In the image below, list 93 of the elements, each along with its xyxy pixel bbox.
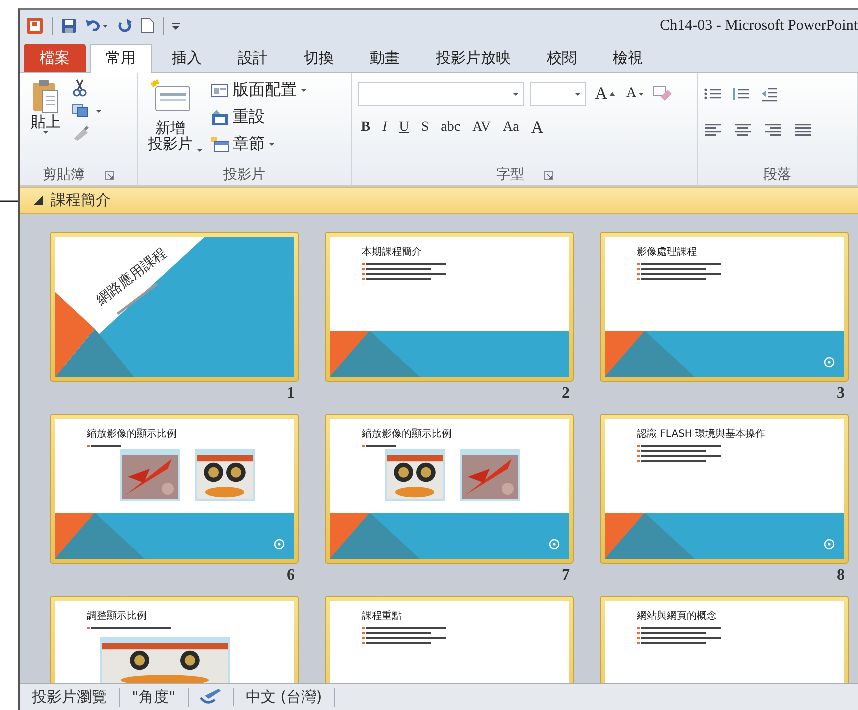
- slide-title: 縮放影像的顯示比例: [87, 428, 177, 441]
- slide-number: 7: [561, 566, 571, 586]
- caret-icon[interactable]: [96, 110, 102, 112]
- new-document-icon[interactable]: [141, 18, 155, 34]
- slide-title: 網路應用課程: [93, 244, 171, 310]
- proofing-icon[interactable]: [198, 688, 223, 706]
- shrink-font-button[interactable]: A: [624, 85, 647, 103]
- copy-icon[interactable]: [72, 104, 90, 118]
- view-label: 投影片瀏覽: [20, 688, 120, 706]
- slide-thumbnail[interactable]: 縮放影像的顯示比例: [50, 414, 299, 564]
- group-label: 投影片: [224, 166, 266, 184]
- layout-icon: [211, 82, 230, 98]
- slide-thumbnail[interactable]: 影像處理課程: [600, 232, 849, 382]
- language-label: 中文 (台灣): [234, 688, 336, 706]
- customize-menu-icon[interactable]: [172, 22, 180, 30]
- paste-button[interactable]: 貼上: [26, 79, 66, 165]
- slide-title: 影像處理課程: [637, 246, 697, 259]
- slide-thumbnail[interactable]: 網路應用課程: [50, 232, 299, 382]
- clear-format-icon[interactable]: [652, 85, 673, 103]
- bullet-text-drawing: [362, 445, 396, 450]
- font-size-field[interactable]: [530, 82, 586, 106]
- slide-title: 本期課程簡介: [362, 246, 422, 259]
- bullet-text-drawing: [87, 445, 121, 450]
- font-name-field[interactable]: [358, 82, 524, 106]
- bullet-list-icon[interactable]: [704, 86, 722, 102]
- file-tab[interactable]: 檔案: [24, 44, 86, 72]
- window-title: Ch14-03 - Microsoft PowerPoint: [660, 18, 858, 34]
- reset-icon: [211, 110, 230, 126]
- format-button[interactable]: I: [380, 119, 390, 137]
- change-case-button[interactable]: Aa: [500, 119, 522, 137]
- format-button[interactable]: abc: [438, 119, 464, 137]
- scissors-icon[interactable]: [72, 79, 88, 97]
- caret-icon: [575, 92, 582, 96]
- slide-thumbnail[interactable]: 縮放影像的顯示比例: [325, 414, 574, 564]
- ribbon-button[interactable]: 版面配置: [209, 79, 310, 102]
- group-label: 字型: [496, 166, 524, 184]
- slide-number: 2: [561, 384, 571, 404]
- slide-title: 認識 FLASH 環境與基本操作: [637, 428, 766, 441]
- section-icon: [211, 136, 230, 152]
- align-left-icon[interactable]: [704, 122, 722, 138]
- format-painter-icon[interactable]: [72, 125, 90, 141]
- slide-number: 1: [286, 384, 296, 404]
- slide-number: 8: [836, 566, 846, 586]
- section-title: 課程簡介: [51, 191, 111, 210]
- slide-thumbnail[interactable]: 本期課程簡介: [325, 232, 574, 382]
- collapse-triangle-icon[interactable]: [34, 196, 43, 205]
- caret-icon: [513, 92, 520, 96]
- ribbon-tab[interactable]: 動畫: [354, 44, 416, 72]
- slide-number: 6: [286, 566, 296, 586]
- redo-icon[interactable]: [117, 18, 133, 34]
- theme-label: "角度": [120, 688, 189, 706]
- ribbon-tab[interactable]: 設計: [222, 44, 284, 72]
- ribbon-tab[interactable]: 校閱: [531, 44, 593, 72]
- slide-thumbnail[interactable]: 課程重點: [325, 596, 574, 683]
- slide-thumbnail[interactable]: 網站與網頁的概念: [600, 596, 849, 683]
- slide-number: 3: [836, 384, 846, 404]
- new-slide-button[interactable]: 新增 投影片: [144, 79, 198, 165]
- ribbon-tab[interactable]: 切換: [288, 44, 350, 72]
- slide-title: 調整顯示比例: [87, 610, 147, 623]
- dialog-launcher-icon[interactable]: [544, 170, 554, 180]
- caret-icon: [638, 92, 644, 96]
- ribbon-tab[interactable]: 常用: [90, 44, 152, 73]
- decrease-indent-icon[interactable]: [760, 86, 778, 102]
- undo-icon[interactable]: [85, 18, 109, 34]
- slide-title: 網站與網頁的概念: [637, 610, 717, 623]
- format-button[interactable]: B: [358, 119, 374, 137]
- align-center-icon[interactable]: [734, 122, 752, 138]
- dialog-launcher-icon[interactable]: [105, 170, 114, 180]
- slide-thumbnail[interactable]: 認識 FLASH 環境與基本操作: [600, 414, 849, 564]
- ribbon-tab[interactable]: 檢視: [597, 44, 659, 72]
- format-button[interactable]: S: [418, 119, 432, 137]
- ribbon-tab[interactable]: 投影片放映: [420, 44, 527, 72]
- format-button[interactable]: U: [396, 119, 412, 137]
- character-spacing-button[interactable]: AV: [470, 119, 494, 137]
- justify-icon[interactable]: [794, 122, 812, 138]
- grow-font-button[interactable]: A: [592, 83, 618, 105]
- save-icon[interactable]: [61, 18, 77, 34]
- align-right-icon[interactable]: [764, 122, 782, 138]
- group-label: 段落: [764, 166, 792, 184]
- ribbon-button[interactable]: 章節: [209, 133, 310, 156]
- ribbon-tab[interactable]: 插入: [156, 44, 218, 72]
- font-color-button[interactable]: A: [528, 117, 547, 139]
- slide-title: 縮放影像的顯示比例: [362, 428, 452, 441]
- app-logo-icon: [26, 17, 44, 35]
- numbered-list-icon[interactable]: [732, 86, 750, 102]
- slide-thumbnail[interactable]: 調整顯示比例: [50, 596, 299, 683]
- ribbon-button[interactable]: 重設: [209, 106, 310, 129]
- caret-icon[interactable]: [197, 149, 204, 152]
- group-label: 剪貼簿: [43, 166, 85, 184]
- slide-title: 課程重點: [362, 610, 402, 623]
- leader-line: [0, 200, 18, 203]
- caret-up-icon: [610, 92, 614, 96]
- caret-icon[interactable]: [43, 130, 49, 134]
